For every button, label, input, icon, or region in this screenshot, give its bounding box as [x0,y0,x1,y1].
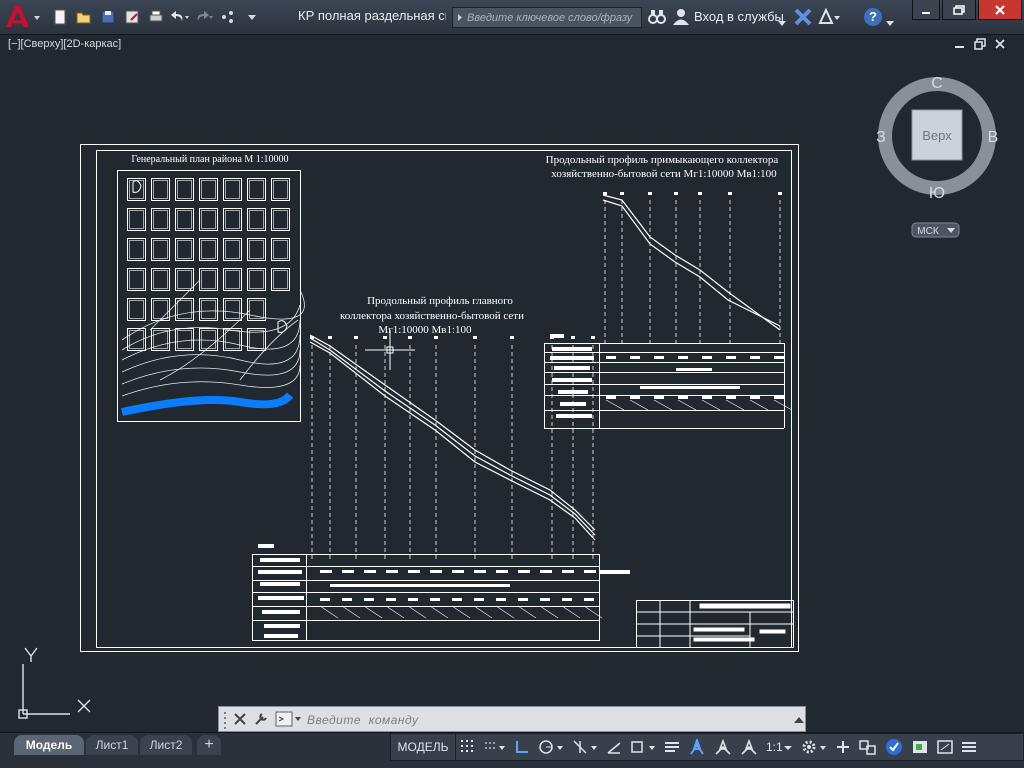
annotation-scale-icon[interactable] [736,734,762,760]
close-button[interactable] [978,0,1022,20]
side-profile-title-2: хозяйственно-бытовой сети Мг1:10000 Мв1:… [551,168,777,180]
save-icon[interactable] [98,7,118,27]
qat-dropdown-icon[interactable] [242,7,262,27]
tab-layout1[interactable]: Лист1 [86,735,138,755]
object-snap-tracking-icon[interactable] [602,734,626,760]
application-menu-button[interactable] [0,0,44,34]
autocad-logo-icon [6,6,40,27]
customization-icon[interactable] [957,734,981,760]
title-bar: КР полная раздельная сис... Вход в служб… [0,0,1024,35]
viewcube-west[interactable]: З [876,129,886,146]
side-profile-title-1: Продольный профиль примыкающего коллекто… [546,154,779,166]
signin-button[interactable]: Вход в службы [694,9,784,24]
undo-icon[interactable] [170,7,190,27]
drawing-area[interactable]: Генеральный план района М 1:10000 Продол… [0,34,1024,730]
exchange-icon[interactable] [794,8,812,31]
workspace-icon[interactable] [218,7,238,27]
viewport-controls [954,38,1006,50]
isodraft-icon[interactable] [568,734,602,760]
binoculars-icon[interactable] [648,8,666,31]
viewcube-face[interactable]: Верх [922,128,952,143]
signin-dropdown-icon[interactable] [778,14,786,32]
ucs-label[interactable]: МСК [917,226,939,237]
object-snap-icon[interactable] [626,734,660,760]
plan-title: Генеральный план района М 1:10000 [131,154,288,165]
status-toolbar: МОДЕЛЬ 1:1 [390,733,1024,761]
general-plan [117,170,305,422]
add-layout-button[interactable]: + [197,735,221,755]
scale-dropdown-icon[interactable] [783,739,793,755]
search-input[interactable] [467,8,639,27]
help-dropdown-icon[interactable] [886,14,894,32]
isolate-objects-icon[interactable] [907,734,933,760]
scale-selector[interactable]: 1:1 [762,734,797,760]
print-icon[interactable] [146,7,166,27]
snap-icon[interactable] [480,734,510,760]
viewcube[interactable]: Верх С Ю З В МСК [876,75,999,238]
open-icon[interactable] [74,7,94,27]
new-icon[interactable] [50,7,70,27]
save-as-icon[interactable] [122,7,142,27]
side-profile [544,192,793,429]
command-grip-icon[interactable] [221,707,233,733]
autocad-window: КР полная раздельная сис... Вход в служб… [0,0,1024,768]
clean-screen-icon[interactable] [933,734,957,760]
scale-label[interactable]: 1:1 [766,740,783,754]
main-profile-title-3: Мг1:10000 Мв1:100 [378,324,472,336]
main-profile [252,330,630,641]
viewport-minimize-icon[interactable] [954,38,966,50]
redo-icon[interactable] [194,7,214,27]
document-title: КР полная раздельная сис... [298,8,446,23]
tab-layout2[interactable]: Лист2 [140,735,192,755]
hardware-acceleration-icon[interactable] [881,734,907,760]
command-history-icon[interactable] [793,714,805,726]
workspace-gear-icon[interactable] [797,734,831,760]
command-prompt-icon[interactable] [275,711,303,727]
viewport-restore-icon[interactable] [974,38,986,50]
help-button[interactable]: ? [864,8,882,26]
lineweight-icon[interactable] [660,734,684,760]
quick-access-toolbar [50,6,262,28]
annotation-visibility-icon[interactable] [684,734,710,760]
search-expand-icon [458,14,462,21]
grid-icon[interactable] [456,734,480,760]
restore-button[interactable] [942,0,976,20]
units-icon[interactable] [855,734,881,760]
a360-icon[interactable] [818,7,840,31]
model-space-button[interactable]: МОДЕЛЬ [391,734,456,760]
auto-scale-icon[interactable] [710,734,736,760]
main-profile-title-1: Продольный профиль главного [367,295,513,307]
title-block [636,600,794,648]
command-line [218,706,806,732]
command-customize-icon[interactable] [253,711,269,727]
command-input[interactable] [305,710,769,730]
add-icon[interactable] [831,734,855,760]
user-icon[interactable] [672,8,690,31]
command-close-icon[interactable] [233,712,247,726]
ucs-icon [18,647,91,719]
viewcube-north[interactable]: С [931,75,943,92]
viewport-label[interactable]: [−][Сверху][2D-каркас] [8,38,121,50]
viewcube-south[interactable]: Ю [929,185,945,202]
tab-model[interactable]: Модель [14,735,84,755]
search-box[interactable] [452,7,642,28]
polar-tracking-icon[interactable] [534,734,568,760]
river [121,392,294,416]
main-profile-title-2: коллектора хозяйственно-бытовой сети [340,310,524,322]
ortho-icon[interactable] [510,734,534,760]
viewcube-east[interactable]: В [988,129,999,146]
minimize-button[interactable] [912,0,940,20]
viewport-close-icon[interactable] [994,38,1006,50]
